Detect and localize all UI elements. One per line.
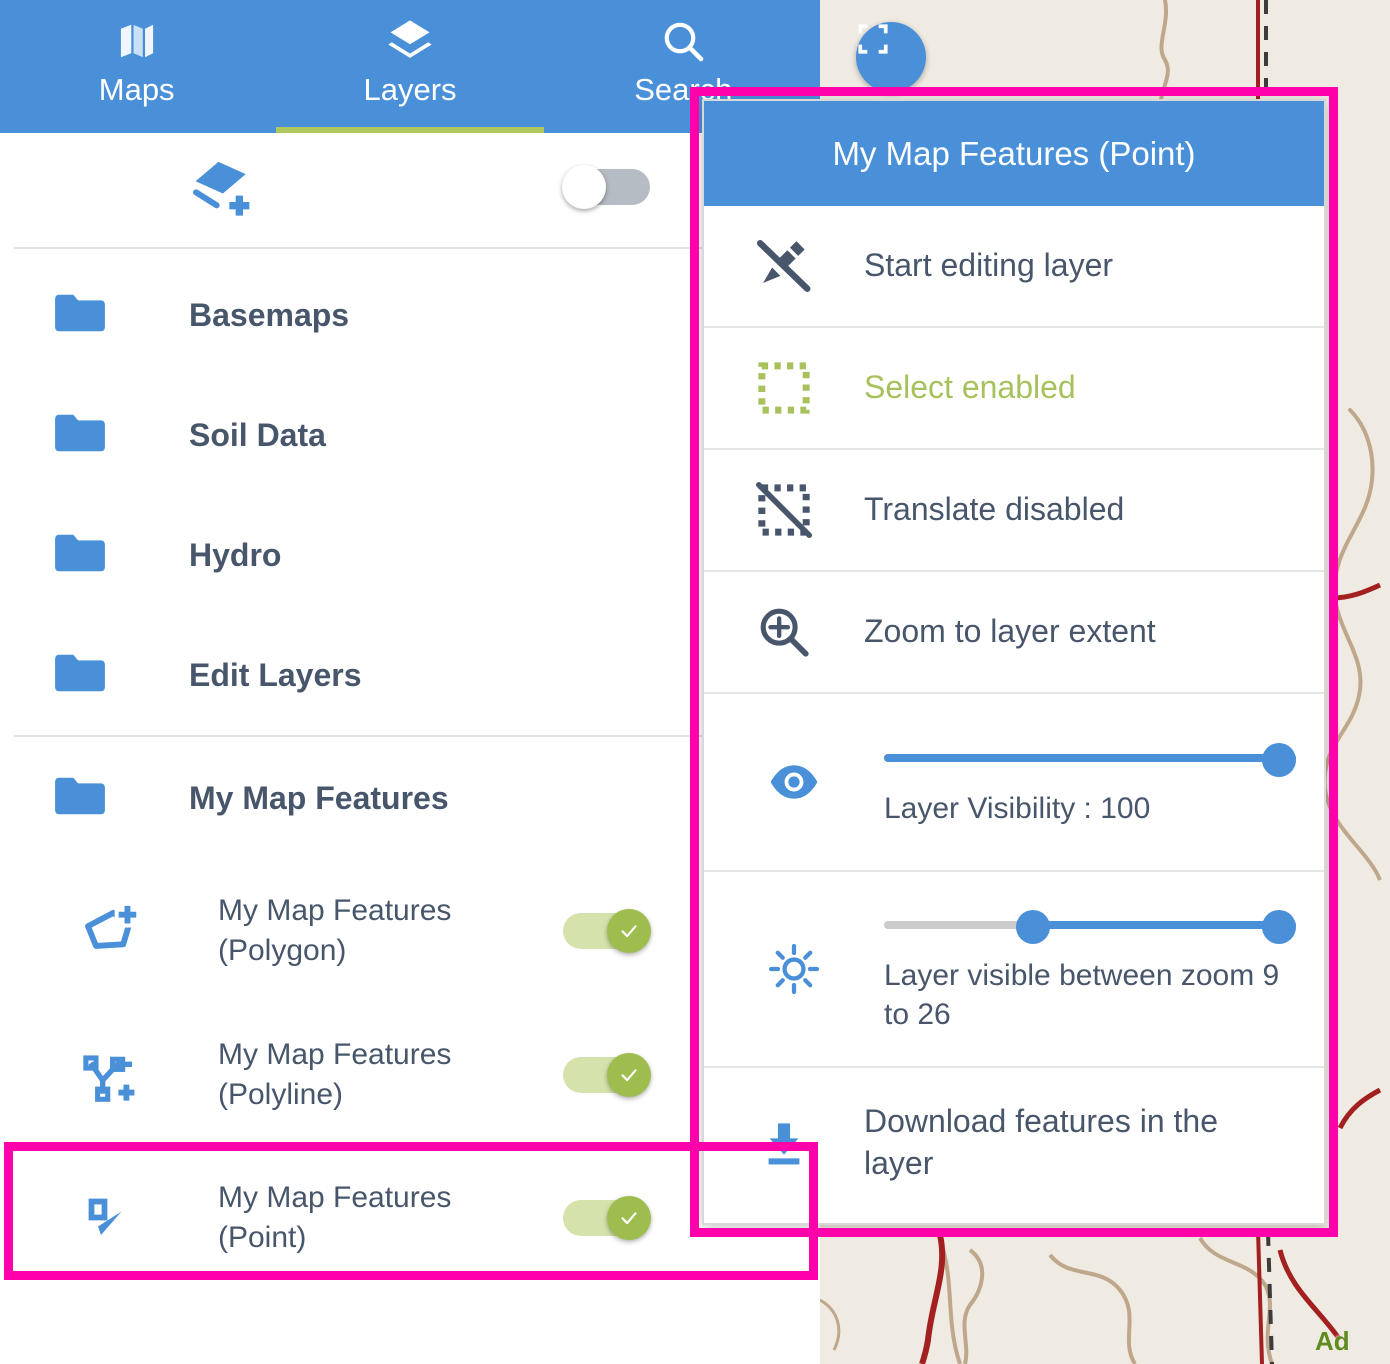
polyline-add-icon — [80, 1043, 144, 1107]
check-icon — [621, 1069, 637, 1082]
layer-group-list: Basemaps Soil Data Hydro Edit Layers — [0, 249, 820, 735]
tab-layers-label: Layers — [363, 72, 457, 107]
slider-thumb-min[interactable] — [1015, 910, 1050, 944]
add-layer-toggle[interactable] — [562, 165, 650, 209]
slider-thumb-max[interactable] — [1262, 742, 1296, 777]
menu-item-label: Start editing layer — [864, 247, 1114, 284]
list-item-my-map-features-point[interactable]: My Map Features (Point) — [0, 1149, 820, 1287]
layers-icon — [384, 14, 436, 68]
sidebar-item-edit-layers[interactable]: Edit Layers — [0, 615, 820, 735]
list-item-label: My Map Features (Point) — [218, 1180, 452, 1254]
add-layer-icon[interactable] — [184, 151, 264, 236]
layer-visibility-toggle[interactable] — [563, 909, 651, 953]
toggle-knob — [607, 909, 651, 953]
menu-item-select-enabled[interactable]: Select enabled — [704, 328, 1324, 450]
layer-context-menu-header: My Map Features (Point) — [704, 101, 1324, 206]
tab-maps-label: Maps — [98, 72, 175, 107]
toggle-knob — [607, 1196, 651, 1240]
download-icon — [704, 1115, 864, 1171]
point-edit-icon — [80, 1186, 144, 1250]
polygon-add-icon — [80, 899, 144, 963]
layer-context-menu-title: My Map Features (Point) — [832, 134, 1196, 172]
folder-icon — [53, 410, 107, 461]
sidebar-item-my-map-features[interactable]: My Map Features — [0, 737, 820, 859]
eye-icon — [704, 755, 884, 809]
layer-context-menu: My Map Features (Point) Start editing la… — [702, 99, 1326, 1225]
layer-visibility-slider-body: Layer Visibility : 100 — [884, 737, 1324, 828]
check-icon — [621, 1212, 637, 1225]
menu-item-layer-visibility[interactable]: Layer Visibility : 100 — [704, 694, 1324, 872]
sidebar-item-soil-data[interactable]: Soil Data — [0, 375, 820, 495]
edit-off-icon — [704, 235, 864, 297]
map-place-label: Ad — [1315, 1326, 1350, 1356]
list-item-my-map-features-polyline[interactable]: My Map Features (Polyline) — [0, 1003, 820, 1147]
toggle-knob — [607, 1053, 651, 1097]
layer-visibility-toggle[interactable] — [563, 1053, 651, 1097]
zoom-in-icon — [704, 603, 864, 661]
zoom-range-slider-body: Layer visible between zoom 9 to 26 — [884, 904, 1324, 1034]
menu-item-label: Translate disabled — [864, 491, 1125, 528]
list-item-label: My Map Features (Polyline) — [218, 1037, 452, 1111]
folder-icon — [53, 773, 107, 824]
menu-item-start-editing-layer[interactable]: Start editing layer — [704, 206, 1324, 328]
menu-item-label: Zoom to layer extent — [864, 613, 1156, 650]
menu-item-zoom-to-layer-extent[interactable]: Zoom to layer extent — [704, 572, 1324, 694]
select-dashed-icon — [704, 360, 864, 416]
layers-panel: Maps Layers Search Basemaps Soil Data Hy… — [0, 0, 820, 1364]
brightness-icon — [704, 942, 884, 996]
menu-item-translate-disabled[interactable]: Translate disabled — [704, 450, 1324, 572]
layer-visibility-toggle[interactable] — [563, 1196, 651, 1240]
folder-icon — [53, 530, 107, 581]
sidebar-item-label: Basemaps — [189, 296, 350, 333]
menu-item-label: Select enabled — [864, 369, 1076, 406]
slider-fill — [884, 753, 1296, 762]
fullscreen-button[interactable] — [856, 22, 926, 92]
folder-icon — [53, 290, 107, 341]
add-layer-row[interactable] — [14, 133, 806, 249]
slider-fill — [1024, 921, 1296, 929]
menu-item-label: Download features in the layer — [864, 1103, 1218, 1181]
top-tab-bar: Maps Layers Search — [0, 0, 820, 133]
sidebar-item-hydro[interactable]: Hydro — [0, 495, 820, 615]
slider-thumb-max[interactable] — [1262, 910, 1296, 944]
list-item-my-map-features-polygon[interactable]: My Map Features (Polygon) — [0, 859, 820, 1003]
map-icon — [114, 14, 160, 68]
search-icon — [659, 14, 707, 68]
translate-off-icon — [704, 482, 864, 538]
sidebar-item-label: Edit Layers — [189, 656, 362, 693]
sidebar-item-basemaps[interactable]: Basemaps — [0, 255, 820, 375]
sidebar-item-label: Hydro — [189, 536, 282, 573]
layer-visibility-caption: Layer Visibility : 100 — [884, 791, 1151, 825]
check-icon — [621, 925, 637, 938]
folder-icon — [53, 650, 107, 701]
fullscreen-icon — [858, 24, 888, 54]
menu-item-download-features[interactable]: Download features in the layer — [704, 1068, 1324, 1218]
zoom-range-caption: Layer visible between zoom 9 to 26 — [884, 959, 1280, 1031]
sidebar-item-label: My Map Features — [189, 779, 449, 816]
sidebar-item-label: Soil Data — [189, 416, 326, 453]
layer-visibility-slider[interactable] — [884, 737, 1296, 779]
tab-maps[interactable]: Maps — [0, 0, 273, 133]
menu-item-zoom-range[interactable]: Layer visible between zoom 9 to 26 — [704, 872, 1324, 1068]
toggle-knob — [562, 165, 606, 209]
list-item-label: My Map Features (Polygon) — [218, 893, 452, 967]
tab-layers[interactable]: Layers — [273, 0, 546, 133]
zoom-range-slider[interactable] — [884, 904, 1296, 946]
